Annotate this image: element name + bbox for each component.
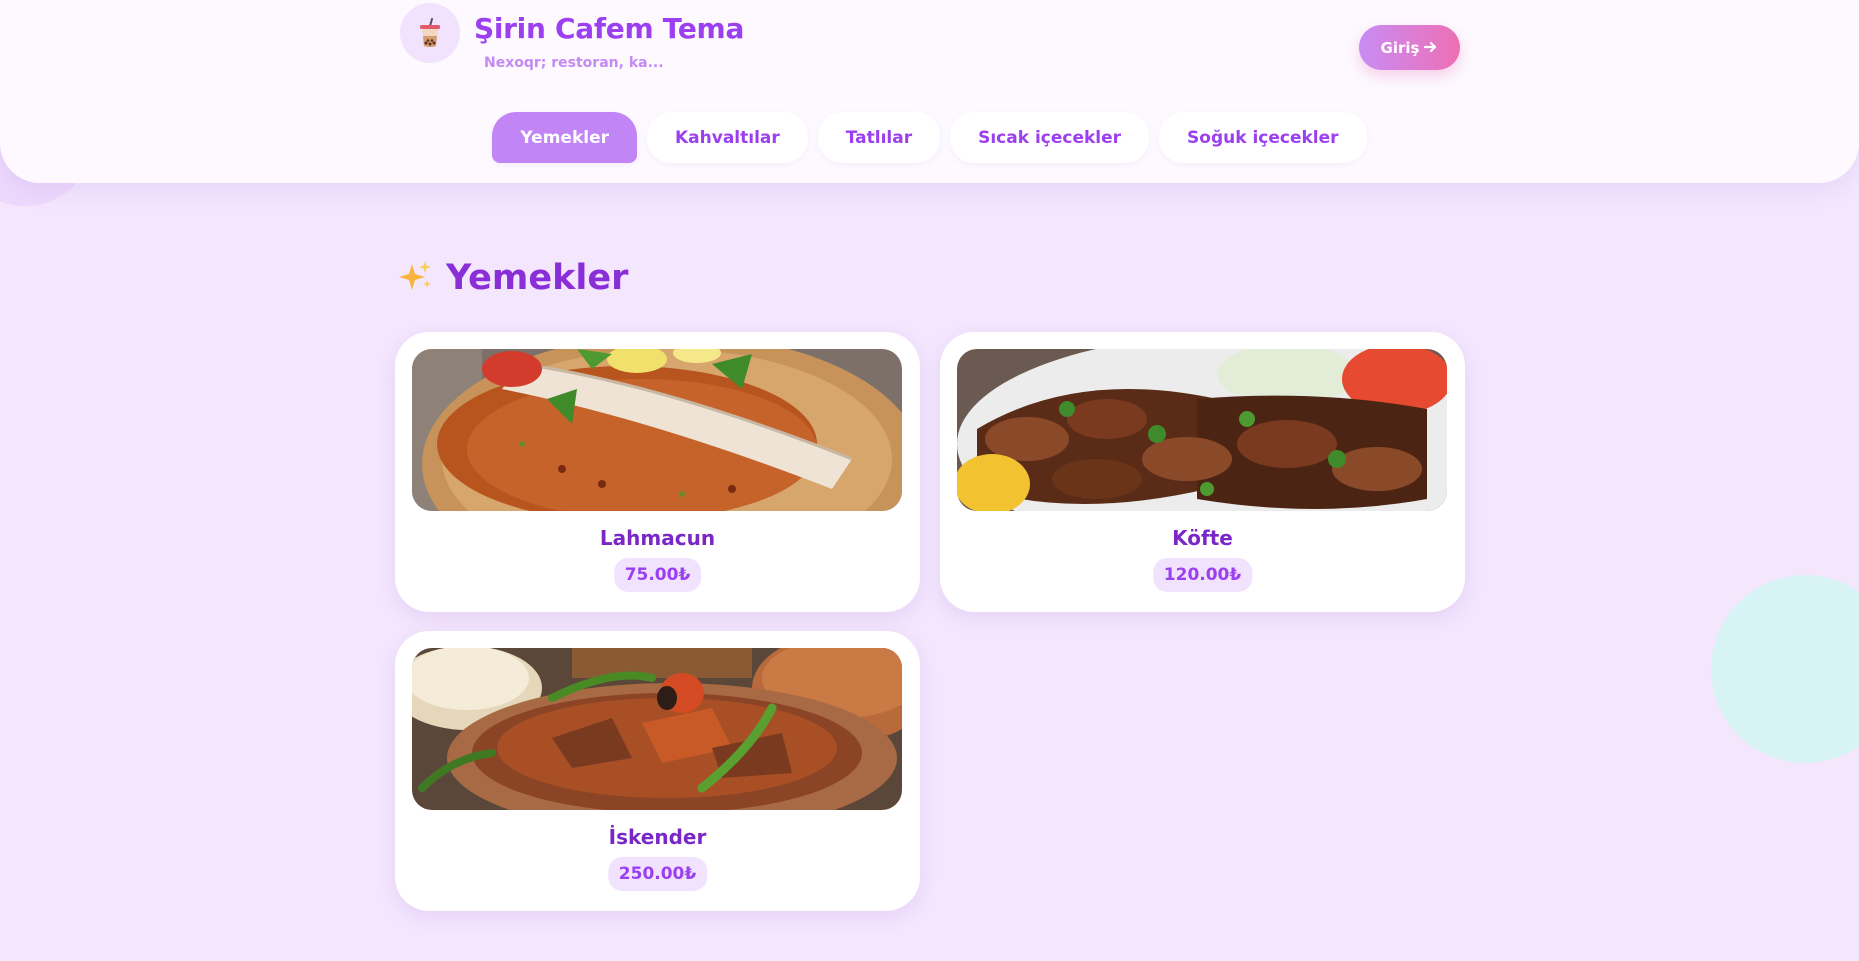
tab-soguk-icecekler[interactable]: Soğuk içecekler bbox=[1159, 112, 1367, 163]
lahmacun-image bbox=[412, 349, 902, 511]
section-title: Yemekler bbox=[446, 258, 629, 298]
login-label: Giriş bbox=[1380, 38, 1420, 57]
sparkles-icon bbox=[398, 260, 432, 296]
brand-title: Şirin Cafem Tema bbox=[474, 12, 745, 45]
menu-item-card[interactable]: Köfte 120.00₺ bbox=[940, 332, 1465, 612]
kofte-image bbox=[957, 349, 1447, 511]
item-price: 120.00₺ bbox=[1152, 558, 1253, 592]
menu-item-card[interactable]: İskender 250.00₺ bbox=[395, 631, 920, 911]
site-header: Şirin Cafem Tema Nexoqr; restoran, ka...… bbox=[0, 0, 1859, 183]
brand-subtitle: Nexoqr; restoran, ka... bbox=[484, 55, 664, 71]
decorative-blob-right bbox=[1711, 575, 1859, 763]
tab-tatlilar[interactable]: Tatlılar bbox=[817, 112, 941, 163]
menu-item-card[interactable]: Lahmacun 75.00₺ bbox=[395, 332, 920, 612]
section-heading: Yemekler bbox=[398, 258, 628, 298]
arrow-right-icon bbox=[1424, 39, 1438, 57]
tab-yemekler[interactable]: Yemekler bbox=[492, 112, 637, 163]
tab-kahvaltilar[interactable]: Kahvaltılar bbox=[647, 112, 808, 163]
item-price: 250.00₺ bbox=[607, 857, 708, 891]
tab-sicak-icecekler[interactable]: Sıcak içecekler bbox=[950, 112, 1150, 163]
item-price: 75.00₺ bbox=[613, 558, 702, 592]
item-name: İskender bbox=[608, 825, 707, 849]
iskender-image bbox=[412, 648, 902, 810]
item-name: Lahmacun bbox=[599, 526, 716, 550]
login-button[interactable]: Giriş bbox=[1359, 25, 1460, 70]
item-name: Köfte bbox=[1172, 526, 1233, 550]
bubble-tea-icon[interactable] bbox=[400, 3, 460, 63]
category-tabs: Yemekler Kahvaltılar Tatlılar Sıcak içec… bbox=[0, 112, 1859, 163]
